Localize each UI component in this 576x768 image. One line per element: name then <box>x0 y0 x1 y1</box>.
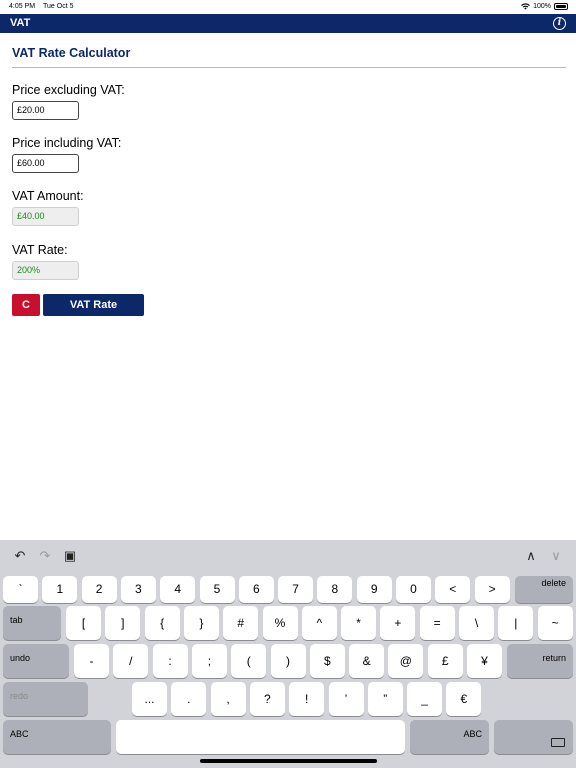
key-row2-1[interactable]: ] <box>105 606 141 640</box>
vat-rate-button[interactable]: VAT Rate <box>43 294 144 316</box>
tab-key-label: tab <box>10 615 23 625</box>
delete-key-label: delete <box>541 578 566 588</box>
key-row2-4[interactable]: # <box>223 606 259 640</box>
vat-rate-label: VAT Rate: <box>12 243 68 257</box>
hide-keyboard-key[interactable] <box>494 720 573 754</box>
key-row2-5[interactable]: % <box>262 606 298 640</box>
keyboard: ↶ ↷ ▣ ∧ ∨ ` 1 2 3 4 5 6 7 8 9 0 < > delete tab []{} #… <box>0 540 576 768</box>
page-title: VAT Rate Calculator <box>12 46 131 60</box>
key-row1-11[interactable]: < <box>435 576 471 603</box>
key-row3-10[interactable]: ¥ <box>467 644 502 678</box>
chevron-up-icon[interactable]: ∧ <box>523 548 539 564</box>
status-bar: 4:05 PM Tue Oct 5 100% <box>0 0 576 14</box>
paste-icon[interactable]: ▣ <box>62 548 78 564</box>
key-row3-3[interactable]: ; <box>191 644 227 678</box>
nav-title: VAT <box>10 17 31 29</box>
key-row2-9[interactable]: = <box>419 606 455 640</box>
keyboard-toolbar: ↶ ↷ ▣ ∧ ∨ <box>0 540 576 574</box>
key-row2-3[interactable]: } <box>183 606 219 640</box>
key-row1-12[interactable]: > <box>474 576 510 603</box>
status-date: Tue Oct 5 <box>43 3 74 10</box>
key-row3-6[interactable]: $ <box>309 644 345 678</box>
return-key[interactable]: return <box>507 644 573 678</box>
key-row2-7[interactable]: * <box>341 606 377 640</box>
key-row2-2[interactable]: { <box>144 606 180 640</box>
vat-amount-output: £40.00 <box>12 207 79 226</box>
key-row4-4[interactable]: ! <box>289 682 325 716</box>
key-row3-5[interactable]: ) <box>270 644 306 678</box>
price-excluding-input[interactable]: £20.00 <box>12 101 79 120</box>
vat-amount-label: VAT Amount: <box>12 189 84 203</box>
space-key[interactable] <box>116 720 405 754</box>
key-row1-9[interactable]: 9 <box>356 576 392 603</box>
redo-key[interactable]: redo <box>3 682 88 716</box>
key-row1-2[interactable]: 2 <box>81 576 117 603</box>
key-row2-6[interactable]: ^ <box>301 606 337 640</box>
status-right: 100% <box>521 3 568 10</box>
key-row4-7[interactable]: _ <box>407 682 443 716</box>
redo-key-label: redo <box>10 691 29 701</box>
key-row2-12[interactable]: ~ <box>537 606 573 640</box>
delete-key[interactable]: delete <box>515 576 573 603</box>
clear-button[interactable]: C <box>12 294 40 316</box>
key-row1-4[interactable]: 4 <box>160 576 196 603</box>
nav-bar: VAT i <box>0 14 576 33</box>
key-row3-7[interactable]: & <box>349 644 385 678</box>
key-row1-6[interactable]: 6 <box>238 576 274 603</box>
key-row3-8[interactable]: @ <box>388 644 424 678</box>
key-row4-1[interactable]: . <box>171 682 207 716</box>
key-row4-5[interactable]: ’ <box>328 682 364 716</box>
undo-key-label: undo <box>10 653 31 663</box>
key-row3-9[interactable]: £ <box>427 644 463 678</box>
key-row1-10[interactable]: 0 <box>396 576 431 603</box>
chevron-down-icon[interactable]: ∨ <box>548 548 564 564</box>
abc-key-right[interactable]: ABC <box>410 720 489 754</box>
vat-rate-output: 200% <box>12 261 79 280</box>
key-row1-7[interactable]: 7 <box>278 576 314 603</box>
abc-key-left-label: ABC <box>10 729 29 739</box>
price-including-input[interactable]: £60.00 <box>12 154 79 173</box>
key-row4-8[interactable]: € <box>446 682 482 716</box>
key-row4-0[interactable]: ... <box>132 682 167 716</box>
abc-key-left[interactable]: ABC <box>3 720 111 754</box>
abc-key-right-label: ABC <box>463 729 482 739</box>
home-indicator <box>200 759 377 763</box>
key-row3-0[interactable]: - <box>74 644 109 678</box>
key-row4-2[interactable]: , <box>210 682 246 716</box>
undo-icon[interactable]: ↶ <box>12 548 28 564</box>
key-row3-1[interactable]: / <box>113 644 149 678</box>
key-row2-0[interactable]: [ <box>66 606 101 640</box>
undo-key[interactable]: undo <box>3 644 69 678</box>
key-row3-2[interactable]: : <box>152 644 188 678</box>
key-row4-3[interactable]: ? <box>249 682 285 716</box>
key-row1-1[interactable]: 1 <box>42 576 78 603</box>
redo-icon[interactable]: ↷ <box>37 548 53 564</box>
key-row1-5[interactable]: 5 <box>199 576 235 603</box>
price-including-label: Price including VAT: <box>12 136 122 150</box>
return-key-label: return <box>542 653 566 663</box>
key-row1-3[interactable]: 3 <box>120 576 156 603</box>
title-divider <box>12 67 566 68</box>
key-row2-11[interactable]: | <box>498 606 534 640</box>
wifi-icon <box>521 3 530 10</box>
status-time: 4:05 PM <box>9 3 36 10</box>
info-icon[interactable]: i <box>553 17 566 30</box>
key-row2-10[interactable]: \ <box>459 606 494 640</box>
key-row4-6[interactable]: ” <box>367 682 403 716</box>
tab-key[interactable]: tab <box>3 606 61 640</box>
key-row1-0[interactable]: ` <box>3 576 38 603</box>
key-row1-8[interactable]: 8 <box>317 576 353 603</box>
battery-icon <box>554 3 568 10</box>
price-excluding-label: Price excluding VAT: <box>12 83 125 97</box>
key-row3-4[interactable]: ( <box>231 644 267 678</box>
keyboard-icon <box>551 738 565 747</box>
key-row2-8[interactable]: + <box>380 606 416 640</box>
battery-percent: 100% <box>533 3 551 10</box>
